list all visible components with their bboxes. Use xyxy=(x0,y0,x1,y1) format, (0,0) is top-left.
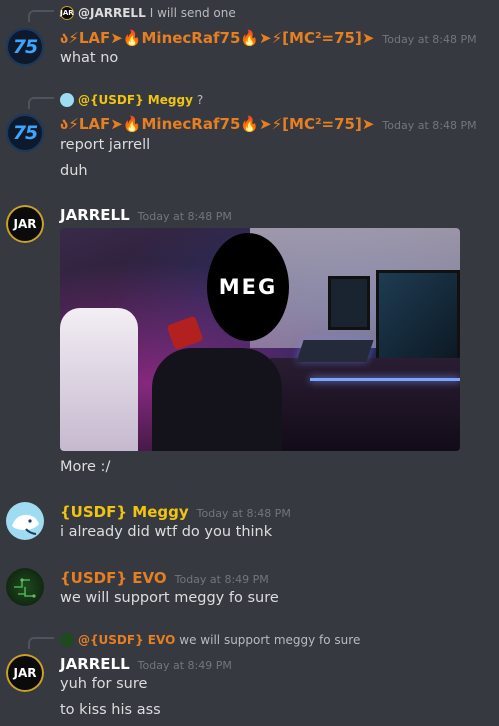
avatar-minecraf75[interactable]: 75 xyxy=(6,114,44,152)
avatar-jarrell[interactable]: JAR xyxy=(6,654,44,692)
message-text: we will support meggy fo sure xyxy=(60,590,279,606)
image-keyboard xyxy=(296,340,374,362)
reply-spine xyxy=(28,10,54,22)
circuit-icon xyxy=(14,578,36,598)
reply-reference[interactable]: @{USDF} EVO we will support meggy fo sur… xyxy=(60,632,360,648)
image-person xyxy=(152,348,282,451)
reply-spine xyxy=(28,637,54,649)
message-text: report jarrell xyxy=(60,137,151,153)
reply-author[interactable]: @{USDF} EVO xyxy=(78,633,175,647)
avatar-meggy[interactable] xyxy=(6,502,44,540)
username[interactable]: JARRELL xyxy=(60,655,130,673)
timestamp: Today at 8:48 PM xyxy=(382,33,477,46)
message-header: ა⚡LAF➤🔥MinecRaf75🔥➤⚡[MC²=75]➤ Today at 8… xyxy=(60,29,477,49)
reply-avatar-meggy xyxy=(60,93,74,107)
reply-text: I will send one xyxy=(149,6,236,20)
timestamp: Today at 8:49 PM xyxy=(174,573,269,586)
reply-avatar-evo xyxy=(60,633,74,647)
message-header: JARRELL Today at 8:49 PM xyxy=(60,655,232,675)
message-text: yuh for sure xyxy=(60,676,148,692)
message-header: ა⚡LAF➤🔥MinecRaf75🔥➤⚡[MC²=75]➤ Today at 8… xyxy=(60,115,477,135)
image-led-strip xyxy=(310,378,460,381)
avatar-jarrell[interactable]: JAR xyxy=(6,205,44,243)
image-chair xyxy=(60,308,138,451)
message-header: {USDF} EVO Today at 8:49 PM xyxy=(60,569,269,589)
image-attachment[interactable]: MEG xyxy=(60,228,460,451)
chat-log: JAR @JARRELL I will send one 75 ა⚡LAF➤🔥M… xyxy=(0,0,499,726)
username[interactable]: JARRELL xyxy=(60,206,130,224)
message-text: what no xyxy=(60,50,119,66)
timestamp: Today at 8:48 PM xyxy=(196,507,291,520)
timestamp: Today at 8:48 PM xyxy=(137,210,232,223)
reply-text: we will support meggy fo sure xyxy=(179,633,361,647)
message-text: duh xyxy=(60,163,88,179)
image-monitor-left xyxy=(328,276,370,330)
message-text: More :/ xyxy=(60,459,111,475)
avatar-minecraf75[interactable]: 75 xyxy=(6,28,44,66)
username[interactable]: ა⚡LAF➤🔥MinecRaf75🔥➤⚡[MC²=75]➤ xyxy=(60,115,374,133)
avatar-evo[interactable] xyxy=(6,568,44,606)
whale-icon xyxy=(12,514,39,535)
timestamp: Today at 8:48 PM xyxy=(382,119,477,132)
reply-spine xyxy=(28,97,54,109)
reply-reference[interactable]: @{USDF} Meggy ? xyxy=(60,92,203,108)
reply-text: ? xyxy=(196,93,204,107)
reply-author[interactable]: @JARRELL xyxy=(78,6,146,20)
reply-author[interactable]: @{USDF} Meggy xyxy=(78,93,193,107)
timestamp: Today at 8:49 PM xyxy=(137,659,232,672)
reply-avatar-jarrell: JAR xyxy=(60,6,74,20)
reply-reference[interactable]: JAR @JARRELL I will send one xyxy=(60,5,236,21)
message-text: to kiss his ass xyxy=(60,702,161,718)
message-header: {USDF} Meggy Today at 8:48 PM xyxy=(60,503,291,523)
message-text: i already did wtf do you think xyxy=(60,524,273,540)
username[interactable]: {USDF} Meggy xyxy=(60,503,189,521)
image-microphone xyxy=(166,315,204,351)
username[interactable]: ა⚡LAF➤🔥MinecRaf75🔥➤⚡[MC²=75]➤ xyxy=(60,29,374,47)
image-desk xyxy=(270,358,460,451)
face-cover: MEG xyxy=(207,233,289,341)
message-header: JARRELL Today at 8:48 PM xyxy=(60,206,232,226)
username[interactable]: {USDF} EVO xyxy=(60,569,167,587)
